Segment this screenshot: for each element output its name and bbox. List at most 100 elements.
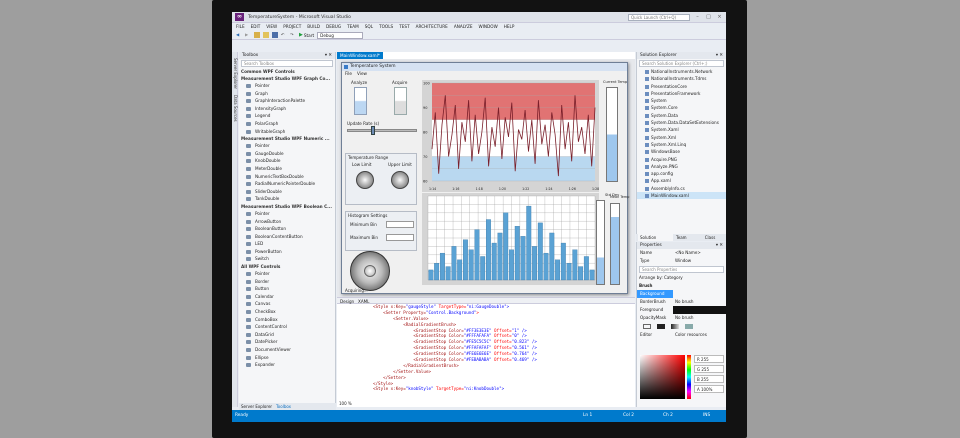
- toolbox-item[interactable]: WritableGraph: [239, 128, 335, 136]
- solution-item[interactable]: Acquire.PNG: [637, 156, 726, 163]
- properties-pin-icon[interactable]: ▾ ✕: [716, 242, 723, 249]
- toolbox-group[interactable]: Common WPF Controls: [239, 68, 335, 75]
- tab-team-explorer[interactable]: Team Explorer: [676, 234, 702, 247]
- solution-item[interactable]: Analyze.PNG: [637, 163, 726, 170]
- toolbox-item[interactable]: Pointer: [239, 82, 335, 90]
- solution-item[interactable]: App.xaml: [637, 177, 726, 184]
- toolbox-item[interactable]: BooleanContentButton: [239, 233, 335, 241]
- toolbox-item[interactable]: IntensityGraph: [239, 105, 335, 113]
- menu-project[interactable]: PROJECT: [283, 24, 301, 30]
- update-rate-slider[interactable]: [347, 129, 417, 132]
- solution-item[interactable]: AssemblyInfo.cs: [637, 185, 726, 192]
- hue-slider[interactable]: [687, 355, 691, 399]
- toolbox-item[interactable]: Pointer: [239, 270, 335, 278]
- toolbox-item[interactable]: ContentControl: [239, 323, 335, 331]
- toolbox-group[interactable]: All WPF Controls: [239, 263, 335, 270]
- acquire-toggle-button[interactable]: [394, 87, 407, 115]
- wpf-app-window[interactable]: Temperature System File View Analyze Acq…: [341, 62, 629, 294]
- toolbox-item[interactable]: RadialNumericPointerDouble: [239, 180, 335, 188]
- toolbox-item[interactable]: Switch: [239, 255, 335, 263]
- toolbox-item[interactable]: NumericTextBoxDouble: [239, 173, 335, 181]
- solution-item[interactable]: System: [637, 97, 726, 104]
- toolbox-item[interactable]: TankDouble: [239, 195, 335, 203]
- name-value[interactable]: <No Name>: [673, 249, 726, 257]
- toolbox-item[interactable]: CheckBox: [239, 308, 335, 316]
- menu-test[interactable]: TEST: [399, 24, 409, 30]
- menu-analyze[interactable]: ANALYZE: [454, 24, 473, 30]
- toolbox-group[interactable]: Measurement Studio WPF Numeric ...: [239, 135, 335, 142]
- menu-sql[interactable]: SQL: [365, 24, 373, 30]
- tile-brush-icon[interactable]: [685, 324, 693, 329]
- toolbox-search-input[interactable]: Search Toolbox: [241, 60, 333, 67]
- maximum-bin-input[interactable]: [386, 234, 414, 241]
- solution-search-input[interactable]: Search Solution Explorer (Ctrl+;): [639, 60, 724, 67]
- toolbox-item[interactable]: MeterDouble: [239, 165, 335, 173]
- toolbox-item[interactable]: Expander: [239, 361, 335, 369]
- maximize-icon[interactable]: □: [705, 14, 712, 20]
- xaml-code-editor[interactable]: <Style x:Key="gaugeStyle" TargetType="ni…: [337, 304, 635, 407]
- solution-item[interactable]: app.config: [637, 170, 726, 177]
- gradient-brush-icon[interactable]: [671, 324, 679, 329]
- menu-view[interactable]: VIEW: [266, 24, 277, 30]
- toolbox-item[interactable]: Button: [239, 285, 335, 293]
- configuration-dropdown[interactable]: Debug: [317, 31, 364, 39]
- menu-window[interactable]: WINDOW: [479, 24, 498, 30]
- redo-icon[interactable]: ↷: [290, 32, 296, 38]
- solution-item[interactable]: System.Xml: [637, 134, 726, 141]
- start-button[interactable]: ▶ Start: [299, 32, 314, 38]
- analyze-toggle-button[interactable]: [354, 87, 367, 115]
- toolbox-item[interactable]: Pointer: [239, 142, 335, 150]
- toolbox-group[interactable]: Measurement Studio WPF Boolean C...: [239, 203, 335, 210]
- rgb-field[interactable]: A 100%: [694, 385, 724, 393]
- solution-item[interactable]: MainWindow.xaml: [637, 192, 726, 200]
- solution-item[interactable]: System.Xml.Linq: [637, 141, 726, 148]
- toolbox-item[interactable]: Legend: [239, 112, 335, 120]
- toolbox-item[interactable]: ArrowButton: [239, 218, 335, 226]
- solution-item[interactable]: PresentationCore: [637, 83, 726, 90]
- menu-debug[interactable]: DEBUG: [326, 24, 341, 30]
- property-row[interactable]: Background: [637, 290, 726, 298]
- toolbox-item[interactable]: Graph: [239, 90, 335, 98]
- solution-item[interactable]: NationalInstruments.Tdms: [637, 75, 726, 82]
- menu-build[interactable]: BUILD: [307, 24, 320, 30]
- toolbox-item[interactable]: ComboBox: [239, 316, 335, 324]
- properties-search-input[interactable]: Search Properties: [639, 266, 724, 273]
- minimum-bin-input[interactable]: [386, 221, 414, 228]
- property-value[interactable]: [673, 306, 726, 314]
- toolbox-item[interactable]: PowerButton: [239, 248, 335, 256]
- app-menu-file[interactable]: File: [345, 71, 352, 77]
- data-sources-tab[interactable]: Data Sources: [233, 95, 238, 122]
- toolbox-item[interactable]: DataGrid: [239, 331, 335, 339]
- server-explorer-tab[interactable]: Server Explorer: [233, 58, 238, 89]
- property-value[interactable]: No brush: [673, 298, 726, 306]
- save-icon[interactable]: [272, 32, 278, 38]
- new-project-icon[interactable]: [254, 32, 260, 38]
- solution-item[interactable]: System.Core: [637, 104, 726, 111]
- menu-file[interactable]: FILE: [236, 24, 245, 30]
- menu-team[interactable]: TEAM: [347, 24, 359, 30]
- tab-solution-explorer[interactable]: Solution Explorer: [638, 234, 673, 247]
- menu-architecture[interactable]: ARCHITECTURE: [416, 24, 448, 30]
- toolbox-item[interactable]: GraphInteractionPalette: [239, 97, 335, 105]
- undo-icon[interactable]: ↶: [281, 32, 287, 38]
- toolbox-item[interactable]: DocumentViewer: [239, 346, 335, 354]
- property-value[interactable]: [673, 290, 726, 298]
- toolbox-item[interactable]: KnobDouble: [239, 157, 335, 165]
- property-row[interactable]: BorderBrush No brush: [637, 298, 726, 306]
- rgb-field[interactable]: B 255: [694, 375, 724, 383]
- close-icon[interactable]: ×: [716, 14, 723, 20]
- solution-item[interactable]: WindowsBase: [637, 148, 726, 155]
- toolbox-item[interactable]: Ellipse: [239, 354, 335, 362]
- toolbox-item[interactable]: BooleanButton: [239, 225, 335, 233]
- menu-edit[interactable]: EDIT: [251, 24, 261, 30]
- tab-server-explorer[interactable]: Server Explorer: [241, 403, 272, 410]
- panel-pin-icon[interactable]: ▾ ✕: [716, 52, 723, 59]
- solution-item[interactable]: System.Data.DataSetExtensions: [637, 119, 726, 126]
- property-row[interactable]: OpacityMask No brush: [637, 314, 726, 322]
- toolbox-group[interactable]: Measurement Studio WPF Graph Co...: [239, 75, 335, 82]
- menu-tools[interactable]: TOOLS: [379, 24, 393, 30]
- minimize-icon[interactable]: –: [694, 14, 701, 20]
- toolbox-item[interactable]: DatePicker: [239, 338, 335, 346]
- update-rate-thumb[interactable]: [371, 126, 375, 135]
- forward-icon[interactable]: ▶: [245, 32, 251, 38]
